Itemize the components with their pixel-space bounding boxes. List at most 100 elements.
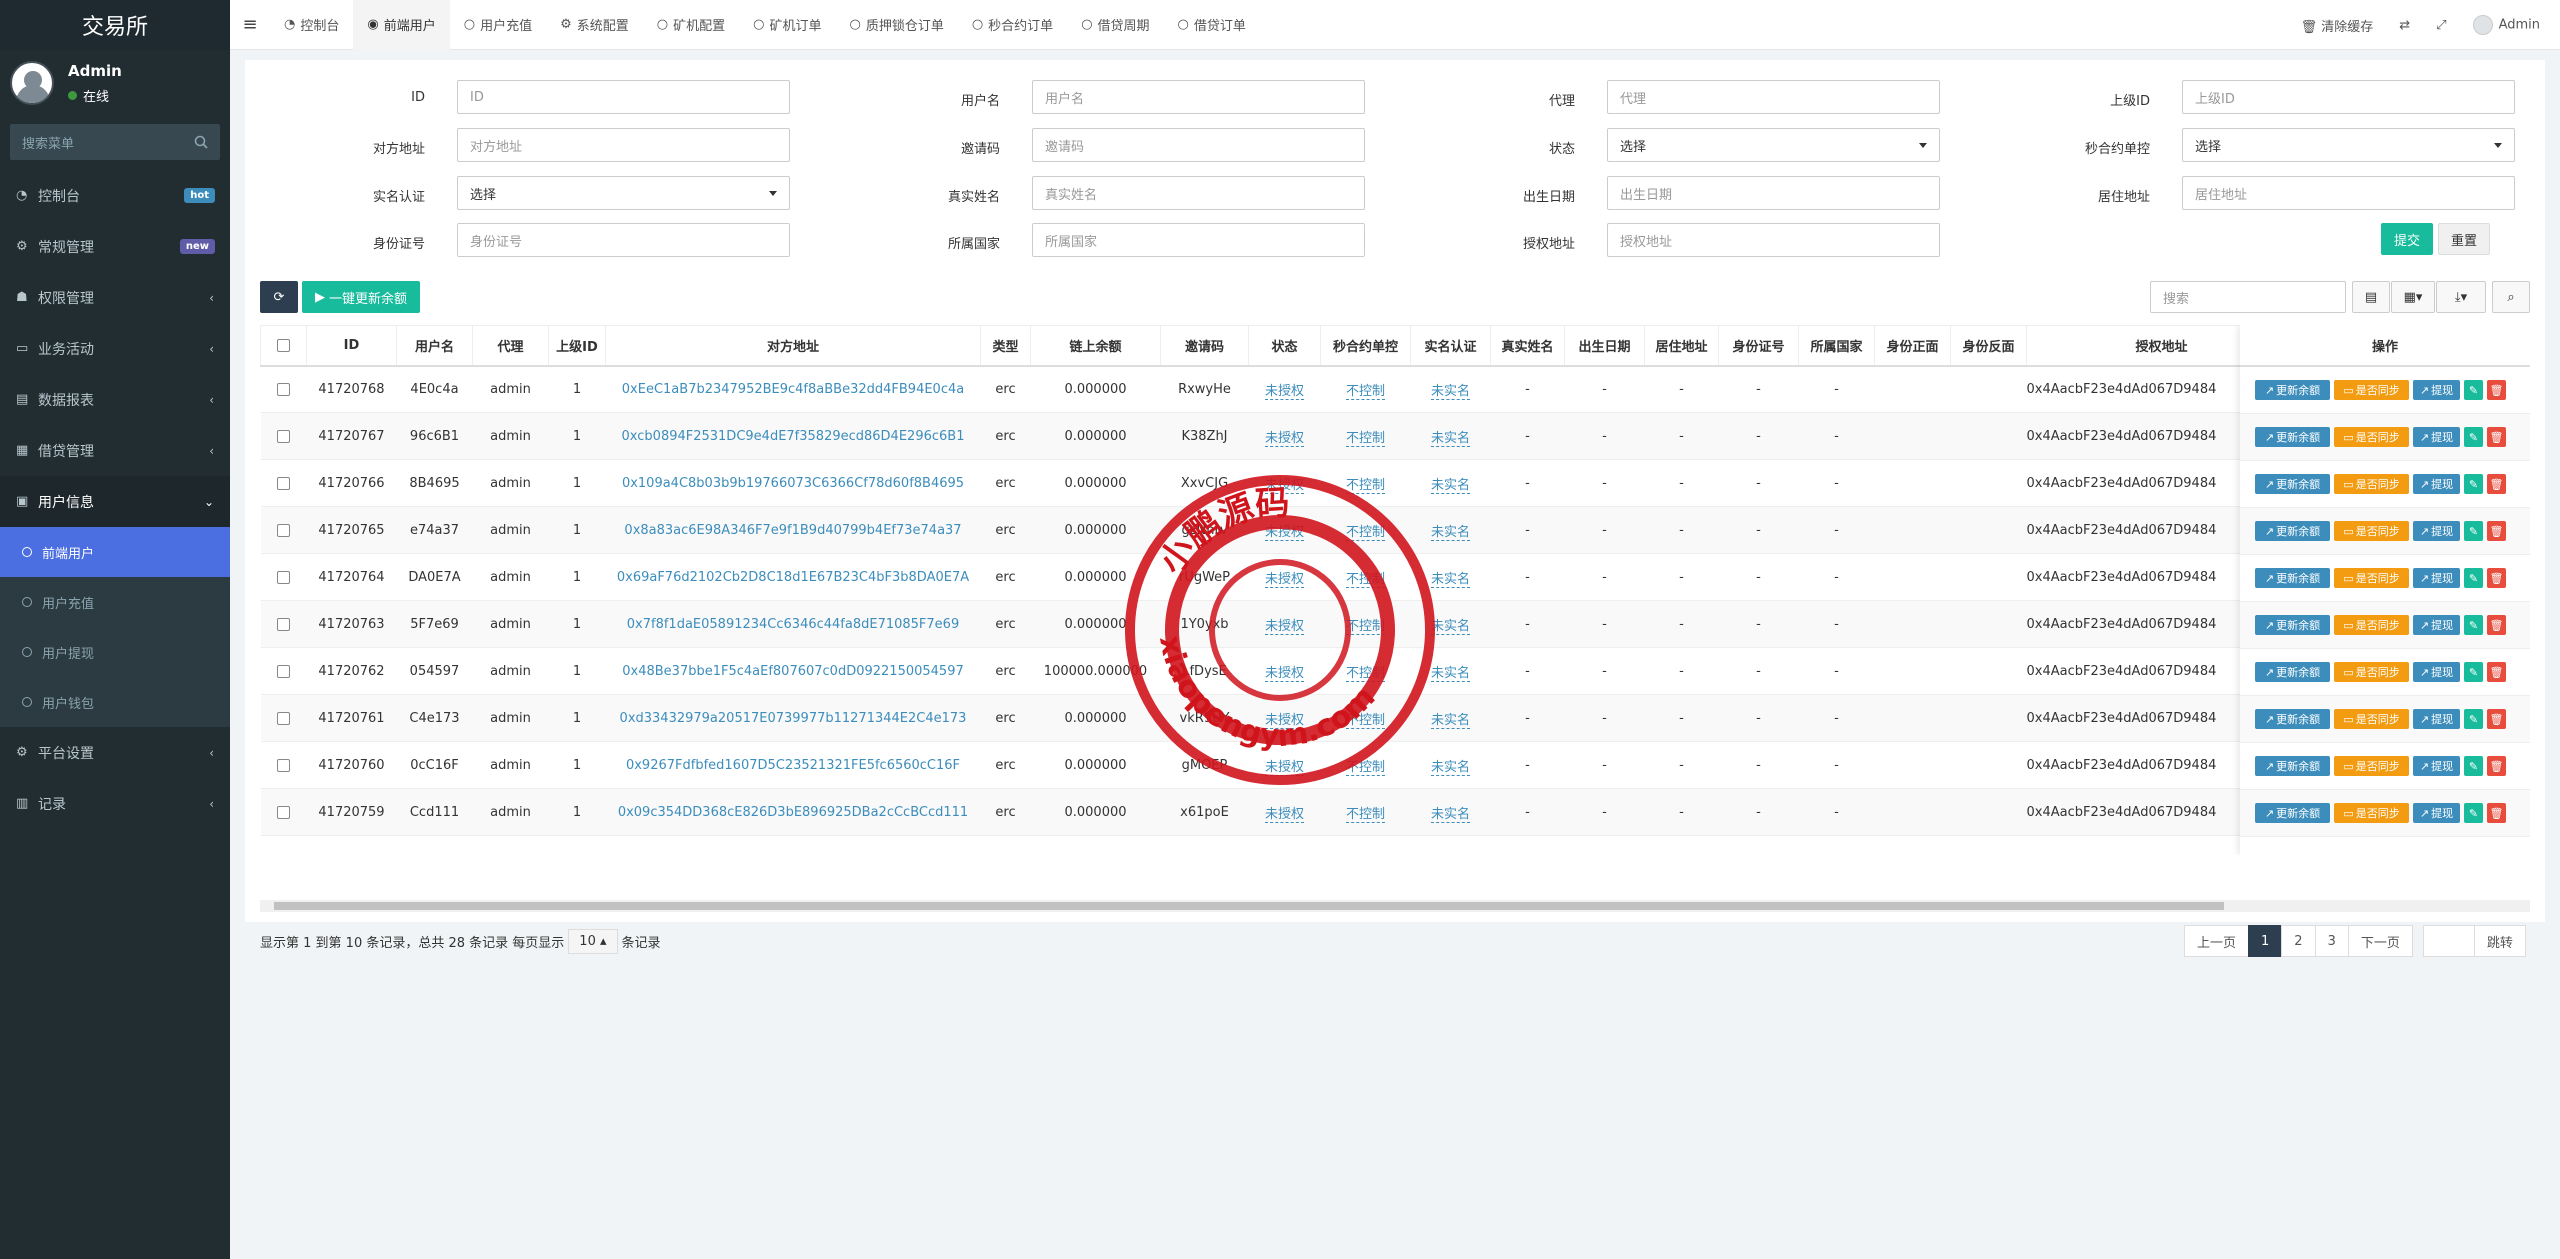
status-editable[interactable]: 未授权	[1264, 383, 1304, 400]
row-checkbox-cell[interactable]	[260, 694, 307, 742]
row-checkbox-cell[interactable]	[260, 741, 307, 789]
text-field[interactable]: 上级ID	[2182, 80, 2515, 114]
column-header[interactable]: 出生日期	[1564, 325, 1645, 367]
text-field[interactable]: 授权地址	[1607, 223, 1940, 257]
address-link[interactable]: 0xd33432979a20517E0739977b11271344E2C4e1…	[620, 711, 967, 726]
tab-8[interactable]: ○ 借贷周期	[1067, 0, 1163, 50]
checkbox[interactable]	[277, 429, 290, 443]
status-editable[interactable]: 未授权	[1264, 712, 1304, 729]
withdraw-button[interactable]: ↗ 提现	[2413, 615, 2460, 635]
ctrl-editable[interactable]: 不控制	[1345, 571, 1385, 588]
update-balance-button[interactable]: ↗ 更新余额	[2255, 380, 2330, 400]
text-field[interactable]: 代理	[1607, 80, 1940, 114]
edit-button[interactable]: ✎	[2464, 380, 2483, 400]
row-checkbox-cell[interactable]	[260, 412, 307, 460]
status-editable[interactable]: 未授权	[1264, 477, 1304, 494]
toggle-view-icon[interactable]: ▤	[2352, 281, 2390, 313]
edit-button[interactable]: ✎	[2464, 568, 2483, 588]
tab-3[interactable]: ⚙ 系统配置	[546, 0, 643, 50]
kyc-editable[interactable]: 未实名	[1430, 665, 1470, 682]
text-field[interactable]: 用户名	[1032, 80, 1365, 114]
column-header[interactable]: 状态	[1248, 325, 1321, 367]
tab-4[interactable]: ○ 矿机配置	[643, 0, 739, 50]
status-editable[interactable]: 未授权	[1264, 524, 1304, 541]
address-link[interactable]: 0x8a83ac6E98A346F7e9f1B9d40799b4Ef73e74a…	[624, 523, 961, 538]
row-checkbox-cell[interactable]	[260, 506, 307, 554]
search-icon[interactable]	[194, 135, 208, 149]
update-balance-button[interactable]: ↗ 更新余额	[2255, 756, 2330, 776]
submenu-item-2[interactable]: 用户提现	[0, 627, 230, 677]
sidebar-item-a0[interactable]: ⚙ 平台设置 ‹	[0, 727, 230, 778]
status-editable[interactable]: 未授权	[1264, 759, 1304, 776]
address-link[interactable]: 0x69aF76d2102Cb2D8C18d1E67B23C4bF3b8DA0E…	[617, 570, 969, 585]
withdraw-button[interactable]: ↗ 提现	[2413, 662, 2460, 682]
column-header[interactable]: 所属国家	[1798, 325, 1875, 367]
sync-button[interactable]: ▭ 是否同步	[2334, 803, 2409, 823]
sidebar-item-1[interactable]: ⚙ 常规管理 new	[0, 221, 230, 272]
text-field[interactable]: 身份证号	[457, 223, 790, 257]
edit-button[interactable]: ✎	[2464, 474, 2483, 494]
tab-1[interactable]: ◉ 前端用户	[353, 0, 450, 50]
select-field[interactable]: 选择	[2182, 128, 2515, 162]
delete-button[interactable]: 🗑	[2487, 709, 2506, 729]
search-toggle-icon[interactable]: ⌕	[2492, 281, 2530, 313]
update-balance-button[interactable]: ↗ 更新余额	[2255, 803, 2330, 823]
checkbox[interactable]	[277, 711, 290, 725]
delete-button[interactable]: 🗑	[2487, 756, 2506, 776]
column-header[interactable]: 用户名	[396, 325, 473, 367]
page-size-dropdown[interactable]: 10 ▴	[568, 928, 618, 954]
update-balance-button[interactable]: ↗ 更新余额	[2255, 615, 2330, 635]
status-editable[interactable]: 未授权	[1264, 430, 1304, 447]
checkbox[interactable]	[277, 523, 290, 537]
sync-button[interactable]: ▭ 是否同步	[2334, 709, 2409, 729]
checkbox[interactable]	[277, 664, 290, 678]
address-link[interactable]: 0x109a4C8b03b9b19766073C6366Cf78d60f8B46…	[622, 476, 964, 491]
translate-icon[interactable]: ⇄	[2399, 18, 2410, 33]
sync-button[interactable]: ▭ 是否同步	[2334, 756, 2409, 776]
checkbox[interactable]	[277, 758, 290, 772]
submenu-item-3[interactable]: 用户钱包	[0, 677, 230, 727]
edit-button[interactable]: ✎	[2464, 803, 2483, 823]
update-balance-button[interactable]: ↗ 更新余额	[2255, 427, 2330, 447]
sidebar-item-5[interactable]: ▦ 借贷管理 ‹	[0, 425, 230, 476]
update-balance-button[interactable]: ↗ 更新余额	[2255, 662, 2330, 682]
tab-0[interactable]: ◔ 控制台	[270, 0, 353, 50]
row-checkbox-cell[interactable]	[260, 647, 307, 695]
column-header[interactable]: 代理	[472, 325, 549, 367]
sidebar-item-4[interactable]: ▤ 数据报表 ‹	[0, 374, 230, 425]
sync-button[interactable]: ▭ 是否同步	[2334, 474, 2409, 494]
kyc-editable[interactable]: 未实名	[1430, 759, 1470, 776]
withdraw-button[interactable]: ↗ 提现	[2413, 568, 2460, 588]
kyc-editable[interactable]: 未实名	[1430, 477, 1470, 494]
page-number-button[interactable]: 3	[2314, 925, 2349, 957]
edit-button[interactable]: ✎	[2464, 427, 2483, 447]
checkbox[interactable]	[277, 338, 290, 352]
text-field[interactable]: 居住地址	[2182, 176, 2515, 210]
text-field[interactable]: 出生日期	[1607, 176, 1940, 210]
ctrl-editable[interactable]: 不控制	[1345, 759, 1385, 776]
kyc-editable[interactable]: 未实名	[1430, 712, 1470, 729]
sidebar-search-input[interactable]: 搜索菜单	[10, 124, 220, 160]
row-checkbox-cell[interactable]	[260, 600, 307, 648]
tab-7[interactable]: ○ 秒合约订单	[958, 0, 1067, 50]
edit-button[interactable]: ✎	[2464, 615, 2483, 635]
column-header[interactable]: 上级ID	[548, 325, 606, 367]
update-all-balance-button[interactable]: ▶ 一键更新余额	[302, 281, 420, 313]
sync-button[interactable]: ▭ 是否同步	[2334, 380, 2409, 400]
tab-2[interactable]: ○ 用户充值	[450, 0, 546, 50]
text-field[interactable]: 真实姓名	[1032, 176, 1365, 210]
sidebar-item-0[interactable]: ◔ 控制台 hot	[0, 170, 230, 221]
ctrl-editable[interactable]: 不控制	[1345, 430, 1385, 447]
submenu-item-0[interactable]: 前端用户	[0, 527, 230, 577]
sidebar-item-6[interactable]: ▣ 用户信息 ⌄	[0, 476, 230, 527]
address-link[interactable]: 0x7f8f1daE05891234Cc6346c44fa8dE71085F7e…	[627, 617, 959, 632]
columns-icon[interactable]: ▦▾	[2391, 281, 2435, 313]
sync-button[interactable]: ▭ 是否同步	[2334, 615, 2409, 635]
delete-button[interactable]: 🗑	[2487, 568, 2506, 588]
update-balance-button[interactable]: ↗ 更新余额	[2255, 709, 2330, 729]
next-page-button[interactable]: 下一页	[2347, 925, 2413, 957]
sync-button[interactable]: ▭ 是否同步	[2334, 521, 2409, 541]
column-header[interactable]: 居住地址	[1644, 325, 1719, 367]
withdraw-button[interactable]: ↗ 提现	[2413, 427, 2460, 447]
column-header[interactable]: 链上余额	[1030, 325, 1161, 367]
